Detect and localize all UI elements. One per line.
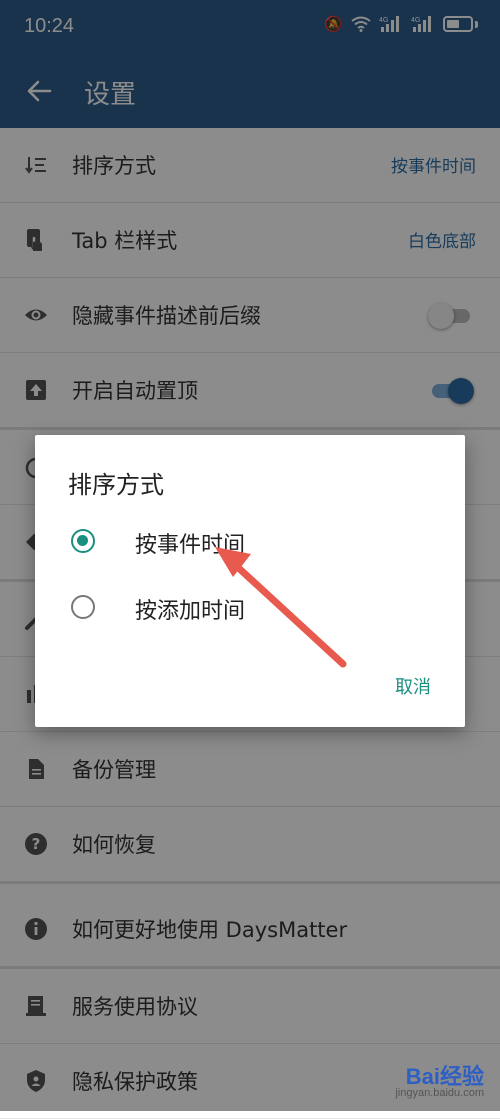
dialog-title: 排序方式 <box>68 471 164 499</box>
option-label: 按事件时间 <box>135 533 246 558</box>
radio-checked-icon[interactable] <box>71 529 95 553</box>
radio-unchecked-icon[interactable] <box>71 595 95 619</box>
watermark: Bai经验 jingyan.baidu.com <box>366 1059 486 1105</box>
option-label: 按添加时间 <box>135 599 246 624</box>
sort-dialog: 排序方式 按事件时间 按添加时间 取消 <box>35 435 465 727</box>
option-event-time[interactable]: 按事件时间 <box>35 513 465 573</box>
watermark-url: jingyan.baidu.com <box>395 1087 484 1099</box>
option-added-time[interactable]: 按添加时间 <box>35 579 465 639</box>
cancel-button[interactable]: 取消 <box>395 673 431 699</box>
